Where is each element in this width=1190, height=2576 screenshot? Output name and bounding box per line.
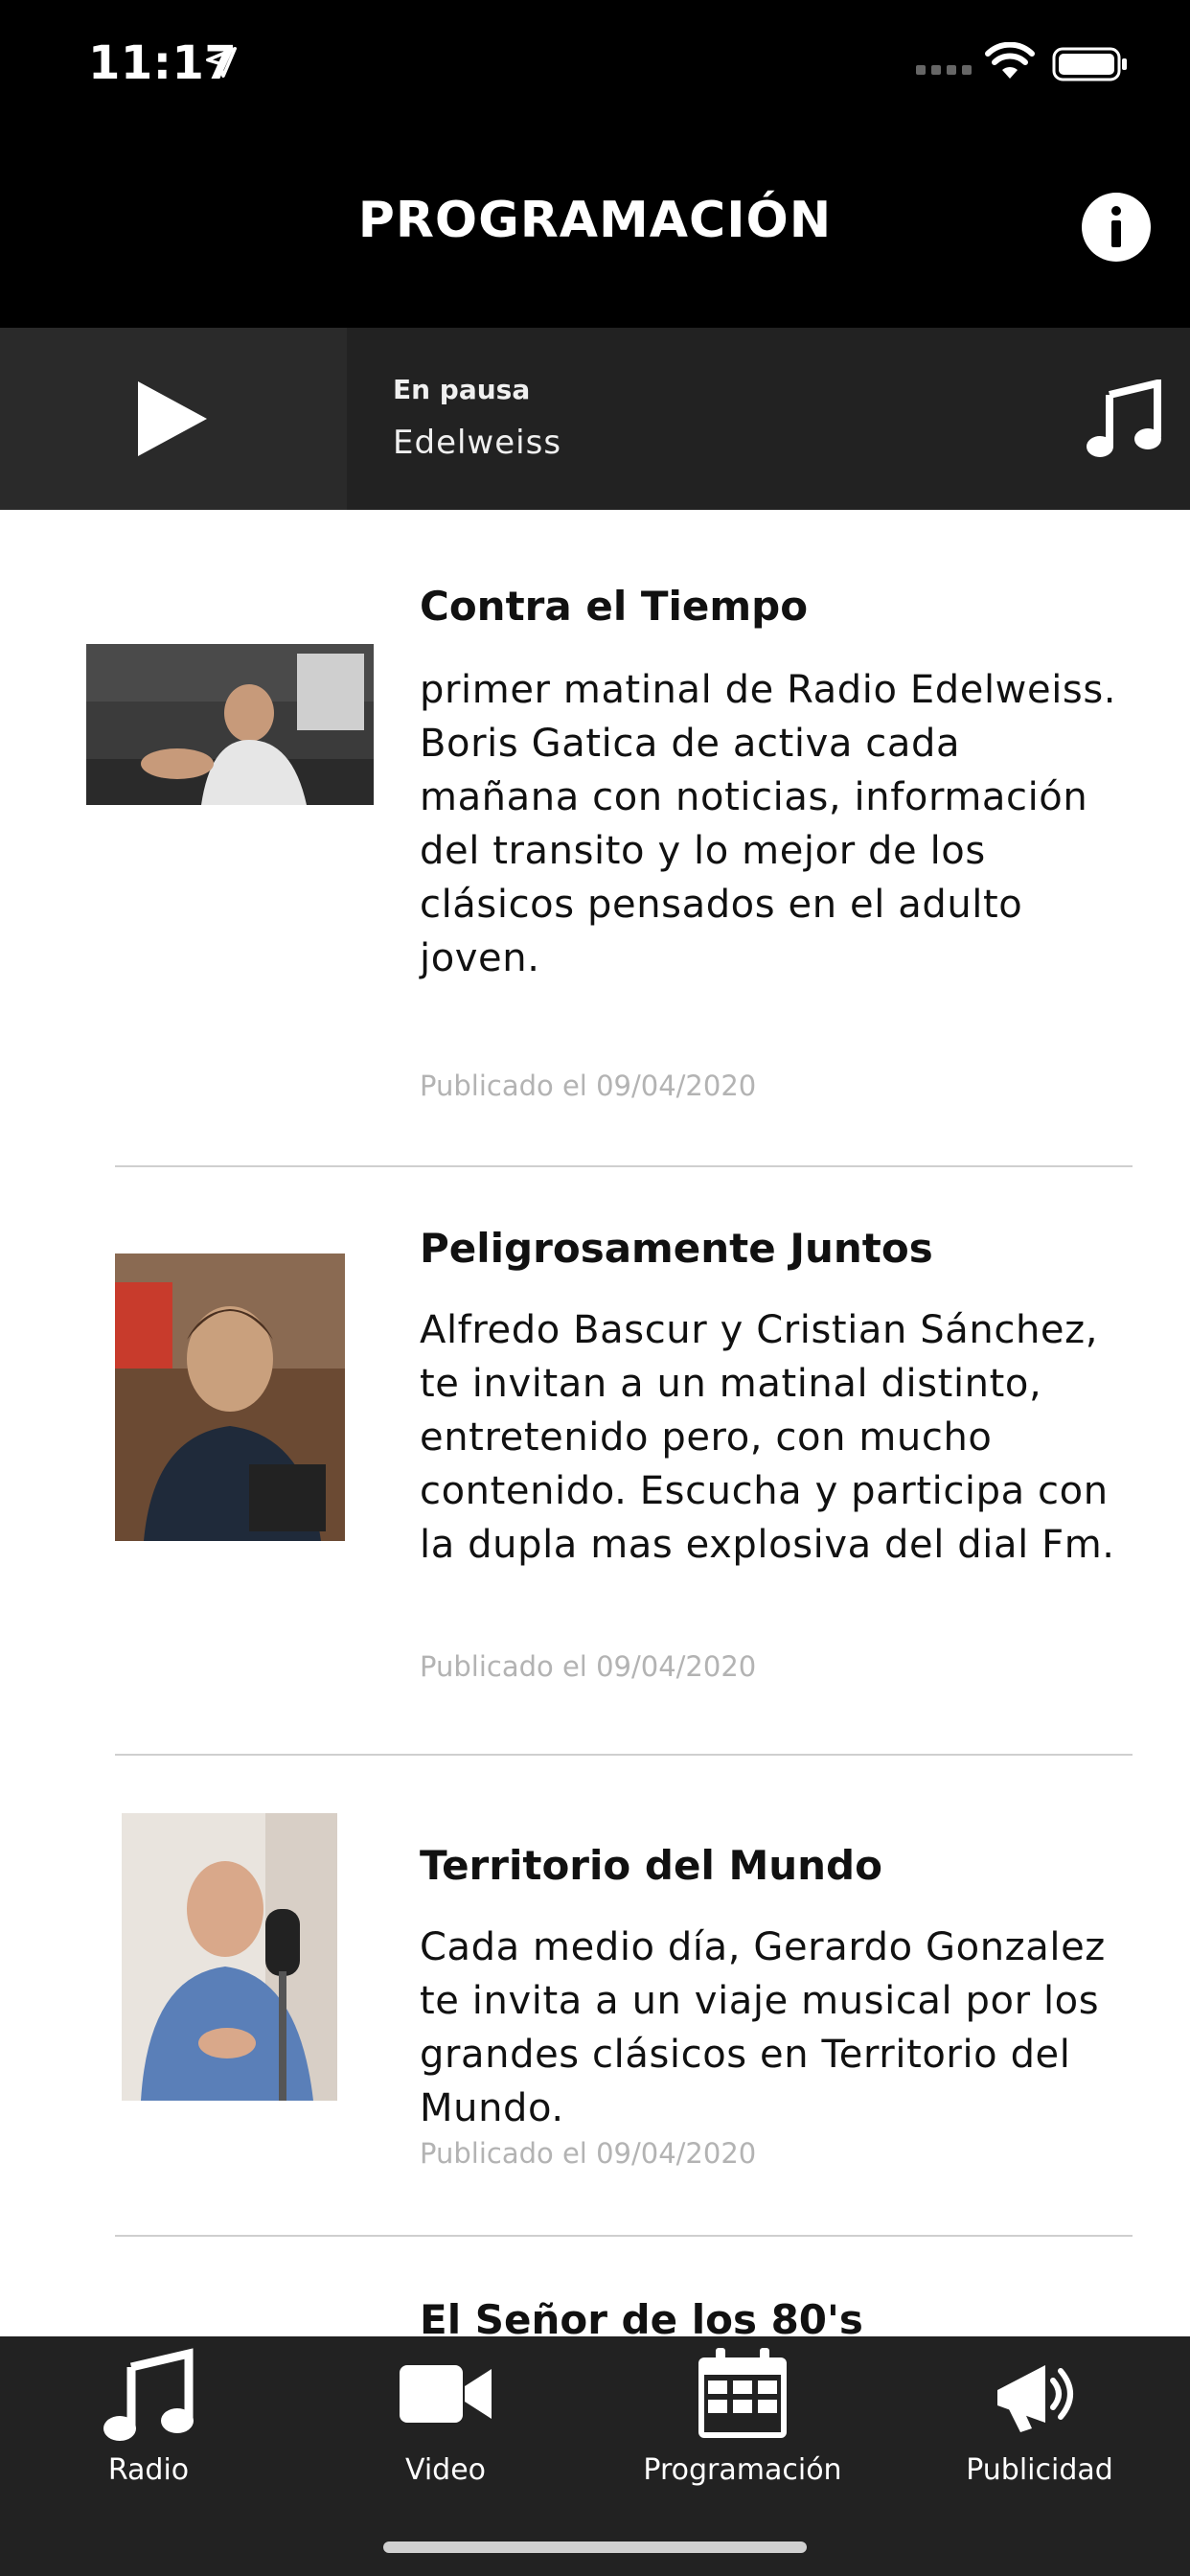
tab-label: Programación	[643, 2453, 842, 2487]
cellular-signal-icon	[916, 65, 972, 75]
tab-radio[interactable]: Radio	[0, 2336, 297, 2528]
battery-icon	[1052, 47, 1127, 81]
play-icon	[138, 381, 207, 456]
program-date: Publicado el 09/04/2020	[420, 2137, 757, 2170]
home-indicator[interactable]	[383, 2542, 807, 2553]
program-title: Contra el Tiempo	[420, 583, 809, 630]
program-description: Alfredo Bascur y Cristian Sánchez, te in…	[420, 1308, 1115, 1567]
tab-bar: Radio Video Programación Publicidad	[0, 2336, 1190, 2576]
program-thumbnail	[122, 1813, 337, 2101]
program-title: Peligrosamente Juntos	[420, 1225, 933, 1272]
list-item[interactable]: El Señor de los 80's	[0, 2237, 1190, 2336]
tab-label: Publicidad	[966, 2453, 1113, 2487]
megaphone-icon	[997, 2365, 1073, 2432]
location-arrow-icon	[206, 47, 237, 78]
player-status: En pausa	[393, 374, 531, 405]
list-item[interactable]: Contra el Tiempo primer matinal de Radio…	[0, 510, 1190, 1169]
program-date: Publicado el 09/04/2020	[420, 1070, 757, 1102]
info-icon[interactable]	[1081, 192, 1152, 263]
audio-player-bar: En pausa Edelweiss	[0, 328, 1190, 510]
music-note-icon[interactable]	[1085, 380, 1161, 460]
program-title: El Señor de los 80's	[420, 2296, 863, 2336]
tab-publicidad[interactable]: Publicidad	[891, 2336, 1188, 2528]
program-title: Territorio del Mundo	[420, 1842, 882, 1889]
top-bar: 11:17 PROGRAMACIÓN	[0, 0, 1190, 328]
program-thumbnail	[86, 644, 374, 805]
program-date: Publicado el 09/04/2020	[420, 1650, 757, 1683]
play-button[interactable]	[0, 328, 347, 510]
program-list[interactable]: Contra el Tiempo primer matinal de Radio…	[0, 510, 1190, 2336]
program-thumbnail	[115, 1254, 345, 1541]
tab-label: Radio	[107, 2453, 190, 2487]
player-station: Edelweiss	[393, 424, 562, 462]
page-title: PROGRAMACIÓN	[357, 192, 833, 249]
program-description: Cada medio día, Gerardo Gonzalez te invi…	[420, 1925, 1106, 2130]
music-note-icon	[103, 2348, 194, 2441]
tab-video[interactable]: Video	[297, 2336, 594, 2528]
list-item[interactable]: Peligrosamente Juntos Alfredo Bascur y C…	[0, 1167, 1190, 1756]
video-camera-icon	[400, 2365, 492, 2423]
tab-programacion[interactable]: Programación	[594, 2336, 891, 2528]
program-description: primer matinal de Radio Edelweiss. Boris…	[420, 668, 1117, 980]
calendar-icon	[698, 2348, 787, 2438]
wifi-icon	[985, 42, 1035, 79]
tab-label: Video	[404, 2453, 487, 2487]
list-item[interactable]: Territorio del Mundo Cada medio día, Ger…	[0, 1756, 1190, 2235]
